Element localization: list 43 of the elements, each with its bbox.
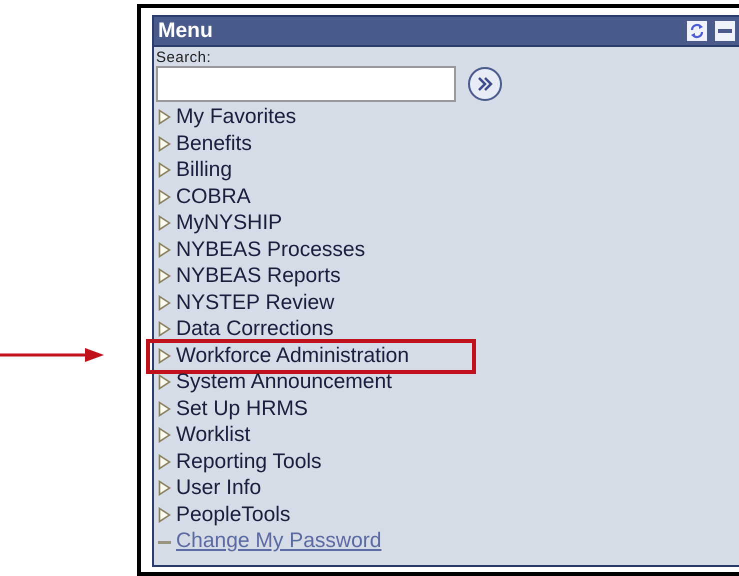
menu-item[interactable]: COBRA — [176, 184, 251, 209]
triangle-icon — [158, 188, 171, 205]
triangle-icon — [158, 427, 171, 444]
menu-item[interactable]: My Favorites — [176, 105, 296, 130]
menu-item[interactable]: System Announcement — [176, 370, 392, 394]
menu-item[interactable]: PeopleTools — [176, 502, 290, 527]
minimize-icon — [718, 29, 732, 33]
triangle-icon — [158, 374, 171, 390]
triangle-icon — [158, 109, 171, 126]
refresh-button[interactable] — [687, 21, 707, 41]
triangle-icon — [158, 480, 171, 496]
triangle-icon — [158, 321, 171, 338]
triangle-icon — [158, 294, 171, 311]
triangle-icon — [158, 454, 171, 470]
menu-item[interactable]: NYBEAS Processes — [176, 238, 366, 262]
menu-item[interactable]: Set Up HRMS — [176, 396, 308, 421]
triangle-icon — [158, 506, 171, 523]
search-field[interactable] — [156, 66, 456, 102]
triangle-icon — [158, 215, 171, 232]
menu-item[interactable]: Billing — [176, 158, 232, 182]
menu-item[interactable]: Reporting Tools — [176, 450, 322, 474]
search-go-button[interactable] — [468, 67, 502, 101]
triangle-icon — [158, 242, 171, 258]
triangle-icon — [158, 162, 171, 178]
menu-item[interactable]: Workforce Administration — [176, 344, 410, 368]
search-label: Search: — [156, 49, 212, 66]
menu-title: Menu — [158, 19, 214, 43]
refresh-icon — [689, 23, 705, 39]
menu-item[interactable]: NYBEAS Reports — [176, 264, 341, 288]
menu-link[interactable]: Change My Password — [176, 529, 382, 554]
menu-item[interactable]: MyNYSHIP — [176, 211, 282, 236]
triangle-icon — [158, 268, 171, 284]
menu-item[interactable]: Data Corrections — [176, 317, 334, 342]
menu-item[interactable]: NYSTEP Review — [176, 290, 334, 315]
minimize-button[interactable] — [715, 21, 735, 41]
dash-icon — [158, 541, 171, 544]
double-chevron-icon — [476, 76, 494, 92]
menu-item[interactable]: Worklist — [176, 423, 250, 448]
triangle-icon — [158, 348, 171, 364]
triangle-icon — [158, 136, 171, 152]
menu-item[interactable]: User Info — [176, 476, 262, 500]
triangle-icon — [158, 400, 171, 417]
menu-item[interactable]: Benefits — [176, 132, 252, 156]
